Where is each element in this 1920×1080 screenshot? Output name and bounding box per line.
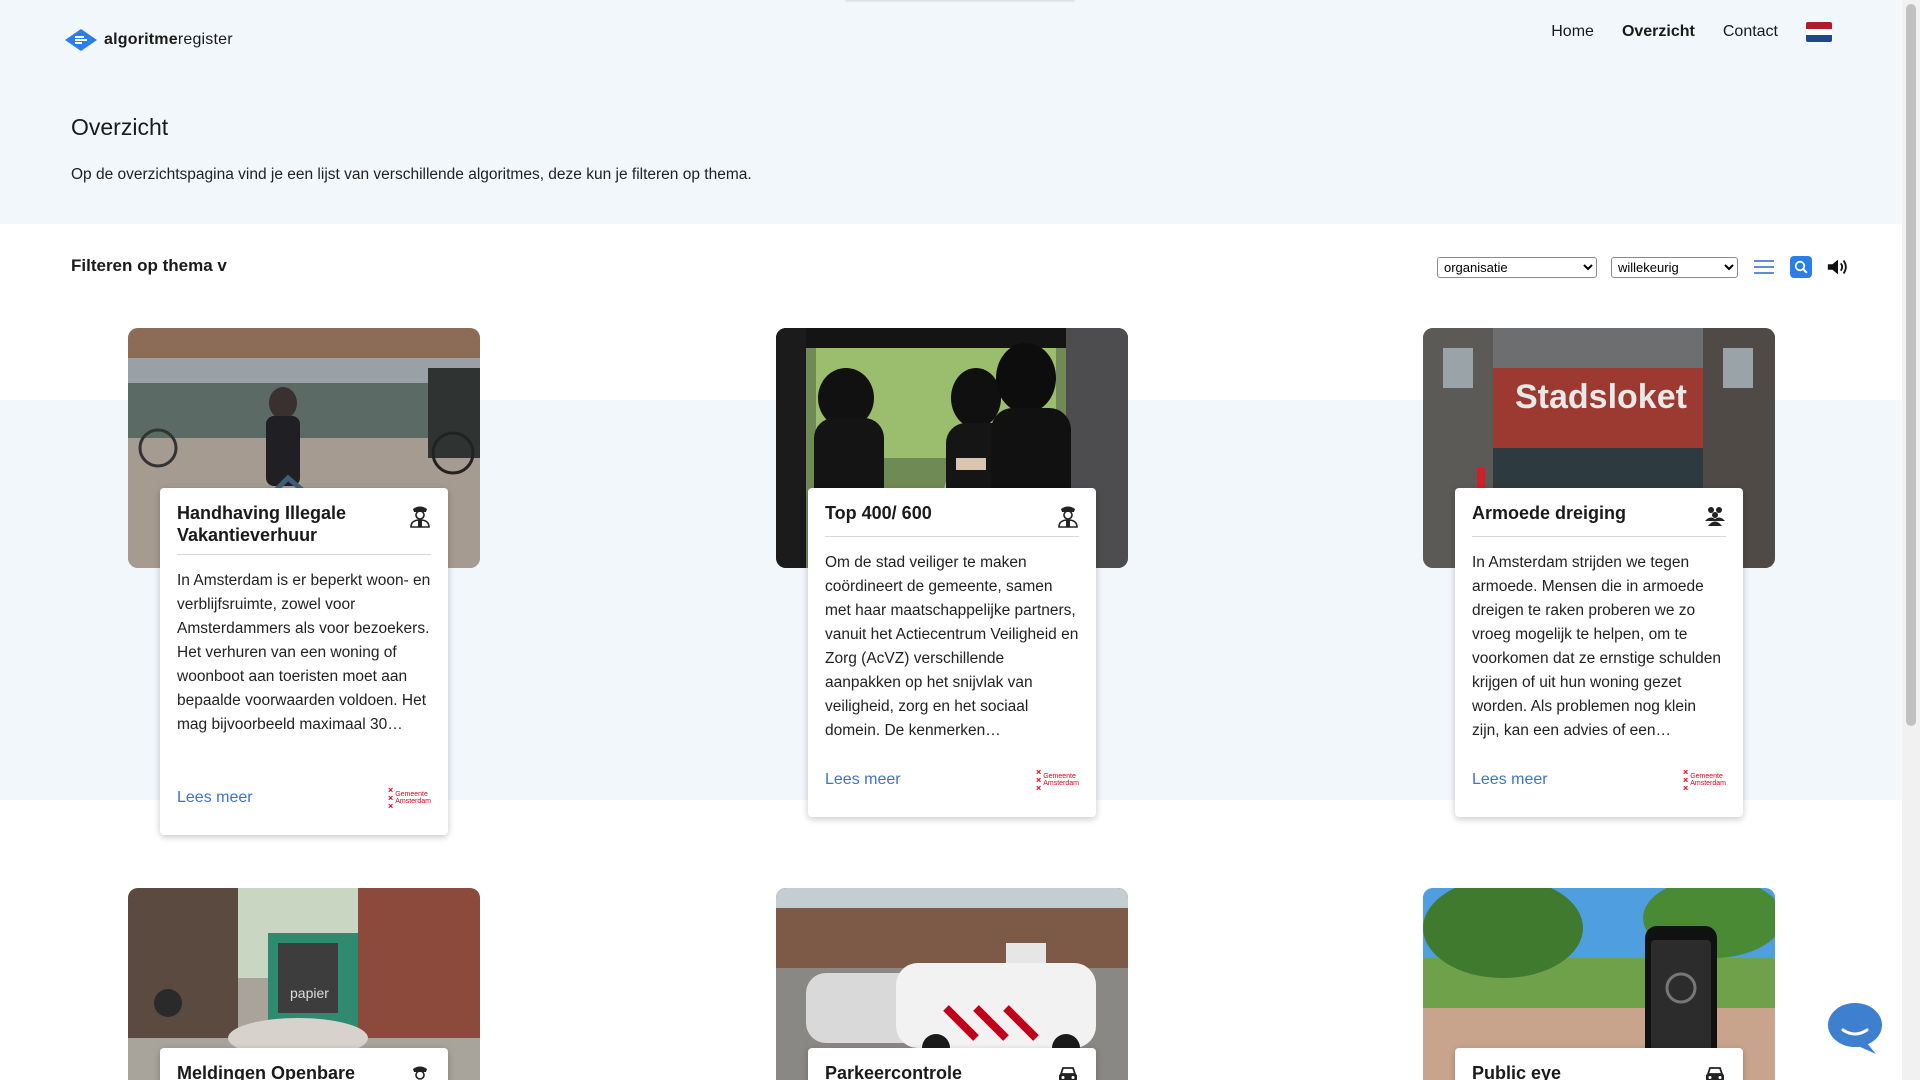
organisation-select[interactable]: organisatie xyxy=(1437,256,1597,278)
nav-home[interactable]: Home xyxy=(1551,23,1594,41)
car-icon xyxy=(1706,1067,1724,1080)
enforcement-officer-icon xyxy=(413,1066,427,1080)
car-icon xyxy=(1059,1067,1077,1080)
card-title[interactable]: Meldingen Openbare xyxy=(177,1062,397,1080)
svg-text:papier: papier xyxy=(290,985,329,1001)
page-title: Overzicht xyxy=(71,114,169,140)
gemeente-amsterdam-logo: × × × Gemeente Amsterdam xyxy=(387,785,431,811)
card-body: Public eye xyxy=(1455,1048,1743,1080)
card-description: In Amsterdam is er beperkt woon- en verb… xyxy=(177,572,431,733)
logo-text: algoritmeregister xyxy=(104,31,233,48)
card-title[interactable]: Top 400/ 600 xyxy=(825,502,1045,524)
language-flag-icon[interactable] xyxy=(1806,22,1832,42)
theme-filter-toggle[interactable]: Filteren op thema v xyxy=(71,256,227,276)
chat-bubble-icon[interactable] xyxy=(1826,1000,1884,1058)
speaker-icon[interactable] xyxy=(1826,255,1850,279)
site-logo[interactable]: algoritmeregister xyxy=(64,28,233,52)
gemeente-amsterdam-logo: × × × Gemeente Amsterdam xyxy=(1035,767,1079,793)
people-group-icon xyxy=(1705,507,1725,526)
card-title[interactable]: Handhaving Illegale Vakantieverhuur xyxy=(177,502,397,546)
order-select[interactable]: willekeurig xyxy=(1611,256,1738,278)
site-header: algoritmeregister Home Overzicht Contact xyxy=(0,0,1902,80)
card-description: Om de stad veiliger te maken coördineert… xyxy=(825,554,1079,739)
card-body: Parkeercontrole xyxy=(808,1048,1096,1080)
enforcement-officer-icon xyxy=(410,506,430,528)
card-description: In Amsterdam strijden we tegen armoede. … xyxy=(1472,554,1722,739)
page-intro: Op de overzichtspagina vind je een lijst… xyxy=(71,166,752,183)
enforcement-officer-icon xyxy=(1058,506,1078,528)
read-more-link[interactable]: Lees meer xyxy=(1472,771,1548,789)
card-title[interactable]: Armoede dreiging xyxy=(1472,502,1692,524)
page-scrollbar[interactable] xyxy=(1902,0,1920,1080)
logo-icon xyxy=(65,29,97,51)
card-body: Handhaving Illegale Vakantieverhuur In A… xyxy=(160,488,448,835)
scrollbar-thumb[interactable] xyxy=(1906,4,1916,726)
list-view-icon[interactable] xyxy=(1752,255,1776,279)
gemeente-amsterdam-logo: × × × Gemeente Amsterdam xyxy=(1682,767,1726,793)
card-body: Armoede dreiging In Amsterdam strijden w… xyxy=(1455,488,1743,817)
card-body: Meldingen Openbare xyxy=(160,1048,448,1080)
read-more-link[interactable]: Lees meer xyxy=(177,789,253,807)
nav-contact[interactable]: Contact xyxy=(1723,23,1778,41)
card-title[interactable]: Public eye xyxy=(1472,1062,1692,1080)
card-body: Top 400/ 600 Om de stad veiliger te make… xyxy=(808,488,1096,817)
nav-overzicht[interactable]: Overzicht xyxy=(1622,23,1695,41)
svg-text:Stadsloket: Stadsloket xyxy=(1515,378,1687,416)
card-title[interactable]: Parkeercontrole xyxy=(825,1062,1045,1080)
read-more-link[interactable]: Lees meer xyxy=(825,771,901,789)
list-controls: organisatie willekeurig xyxy=(1437,255,1850,279)
search-icon[interactable] xyxy=(1790,256,1812,278)
main-nav: Home Overzicht Contact xyxy=(1551,22,1832,42)
